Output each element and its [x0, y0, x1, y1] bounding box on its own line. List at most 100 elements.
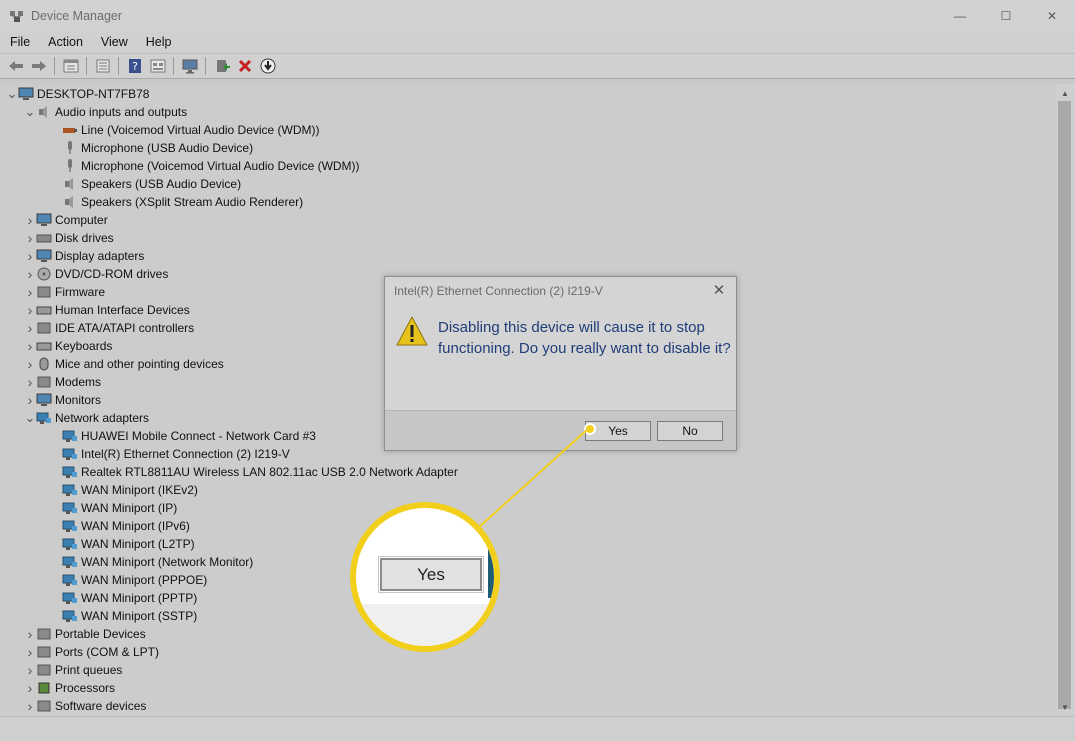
tree-device-network-label: HUAWEI Mobile Connect - Network Card #3: [81, 429, 316, 443]
download-icon[interactable]: [256, 55, 279, 77]
tree-category[interactable]: › DVD/CD-ROM drives: [24, 265, 169, 283]
chevron-down-icon[interactable]: ⌄: [24, 104, 36, 119]
tree-category[interactable]: › IDE ATA/ATAPI controllers: [24, 319, 195, 337]
tree-category-label: Monitors: [55, 393, 102, 407]
tree-category-network[interactable]: ⌄ Network adapters: [24, 409, 150, 427]
maximize-button[interactable]: ☐: [983, 0, 1029, 31]
tree-device-network[interactable]: WAN Miniport (SSTP): [50, 607, 197, 625]
toolbar: ?: [0, 53, 1075, 79]
chevron-right-icon[interactable]: ›: [24, 338, 36, 354]
menu-view[interactable]: View: [91, 35, 136, 49]
chevron-right-icon[interactable]: ›: [24, 212, 36, 228]
chevron-right-icon[interactable]: ›: [24, 644, 36, 660]
tree-device-network[interactable]: WAN Miniport (PPPOE): [50, 571, 207, 589]
chevron-right-icon[interactable]: ›: [24, 248, 36, 264]
tree-device-audio[interactable]: Speakers (XSplit Stream Audio Renderer): [50, 193, 303, 211]
tree-category[interactable]: › Portable Devices: [24, 625, 146, 643]
chevron-right-icon[interactable]: ›: [24, 698, 36, 714]
chevron-right-icon[interactable]: ›: [24, 266, 36, 282]
chevron-right-icon[interactable]: ›: [24, 626, 36, 642]
chevron-right-icon[interactable]: ›: [24, 230, 36, 246]
tree-category-audio[interactable]: ⌄ Audio inputs and outputs: [24, 103, 188, 121]
scroll-down-icon[interactable]: ▼: [1055, 700, 1075, 714]
chevron-right-icon[interactable]: ›: [24, 302, 36, 318]
monitor-icon[interactable]: [178, 55, 201, 77]
update-driver-icon[interactable]: [210, 55, 233, 77]
tree-category[interactable]: › Computer: [24, 211, 108, 229]
tree-root[interactable]: ⌄ DESKTOP-NT7FB78: [6, 85, 150, 103]
tree-category[interactable]: › Monitors: [24, 391, 101, 409]
tree-device-network[interactable]: Realtek RTL8811AU Wireless LAN 802.11ac …: [50, 463, 458, 481]
properties-icon[interactable]: [59, 55, 82, 77]
tree-category[interactable]: › Display adapters: [24, 247, 145, 265]
tree-device-network[interactable]: HUAWEI Mobile Connect - Network Card #3: [50, 427, 316, 445]
tree-device-network[interactable]: WAN Miniport (IP): [50, 499, 177, 517]
show-hidden-icon[interactable]: [91, 55, 114, 77]
dialog-footer: Yes No: [385, 410, 736, 450]
forward-icon[interactable]: [27, 55, 50, 77]
tree-root-label: DESKTOP-NT7FB78: [37, 87, 150, 101]
scrollbar-thumb[interactable]: [1058, 101, 1071, 709]
mic-icon: [62, 140, 78, 156]
vertical-scrollbar[interactable]: ▲ ▼: [1055, 84, 1075, 716]
tree-category[interactable]: › Firmware: [24, 283, 105, 301]
chevron-right-icon[interactable]: ›: [24, 284, 36, 300]
tree-device-network[interactable]: WAN Miniport (Network Monitor): [50, 553, 253, 571]
tree-device-audio[interactable]: Microphone (USB Audio Device): [50, 139, 253, 157]
tree-device-audio[interactable]: Line (Voicemod Virtual Audio Device (WDM…: [50, 121, 320, 139]
tree-category[interactable]: › Disk drives: [24, 229, 114, 247]
tree-category[interactable]: › Human Interface Devices: [24, 301, 190, 319]
tree-device-network-label: Realtek RTL8811AU Wireless LAN 802.11ac …: [81, 465, 458, 479]
tree-category-label: Mice and other pointing devices: [55, 357, 224, 371]
kbd-icon: [36, 302, 52, 318]
magnifier-footer: [356, 604, 494, 646]
close-button[interactable]: ✕: [1029, 0, 1075, 31]
tree-category[interactable]: › Print queues: [24, 661, 123, 679]
chevron-right-icon[interactable]: ›: [24, 320, 36, 336]
chevron-right-icon[interactable]: ›: [24, 374, 36, 390]
help-icon[interactable]: ?: [123, 55, 146, 77]
back-icon[interactable]: [4, 55, 27, 77]
net-icon: [62, 428, 78, 444]
chevron-down-icon[interactable]: ⌄: [24, 410, 36, 425]
chevron-down-icon[interactable]: ⌄: [6, 86, 18, 101]
callout-dot: [584, 423, 596, 435]
chevron-right-icon[interactable]: ›: [24, 392, 36, 408]
tree-device-network[interactable]: WAN Miniport (PPTP): [50, 589, 197, 607]
menu-file[interactable]: File: [0, 35, 38, 49]
speaker-icon: [36, 104, 52, 120]
menu-help[interactable]: Help: [136, 35, 180, 49]
chevron-right-icon[interactable]: ›: [24, 356, 36, 372]
tree-device-audio[interactable]: Speakers (USB Audio Device): [50, 175, 241, 193]
menu-action[interactable]: Action: [38, 35, 91, 49]
chevron-right-icon[interactable]: ›: [24, 662, 36, 678]
tree-device-network[interactable]: WAN Miniport (IPv6): [50, 517, 190, 535]
tree-device-network[interactable]: WAN Miniport (IKEv2): [50, 481, 198, 499]
resources-icon[interactable]: [146, 55, 169, 77]
tree-category[interactable]: › Mice and other pointing devices: [24, 355, 224, 373]
no-button[interactable]: No: [657, 421, 723, 441]
tree-device-network[interactable]: Intel(R) Ethernet Connection (2) I219-V: [50, 445, 290, 463]
tree-category[interactable]: › Modems: [24, 373, 101, 391]
tree-category[interactable]: › Processors: [24, 679, 115, 697]
tree-category[interactable]: › Ports (COM & LPT): [24, 643, 159, 661]
tree-device-network-label: WAN Miniport (Network Monitor): [81, 555, 254, 569]
tree-category[interactable]: › Keyboards: [24, 337, 113, 355]
tree-category[interactable]: › Software devices: [24, 697, 147, 715]
speaker-icon: [62, 194, 78, 210]
tree-device-audio[interactable]: Microphone (Voicemod Virtual Audio Devic…: [50, 157, 360, 175]
scroll-up-icon[interactable]: ▲: [1055, 86, 1075, 100]
generic-icon: [36, 698, 52, 714]
dialog-close-icon[interactable]: ✕: [710, 281, 728, 299]
minimize-button[interactable]: —: [937, 0, 983, 31]
status-bar: [0, 716, 1075, 741]
uninstall-icon[interactable]: [233, 55, 256, 77]
tree-device-network[interactable]: WAN Miniport (L2TP): [50, 535, 195, 553]
tree-category-label: Portable Devices: [55, 627, 146, 641]
chevron-right-icon[interactable]: ›: [24, 680, 36, 696]
net-icon: [62, 500, 78, 516]
